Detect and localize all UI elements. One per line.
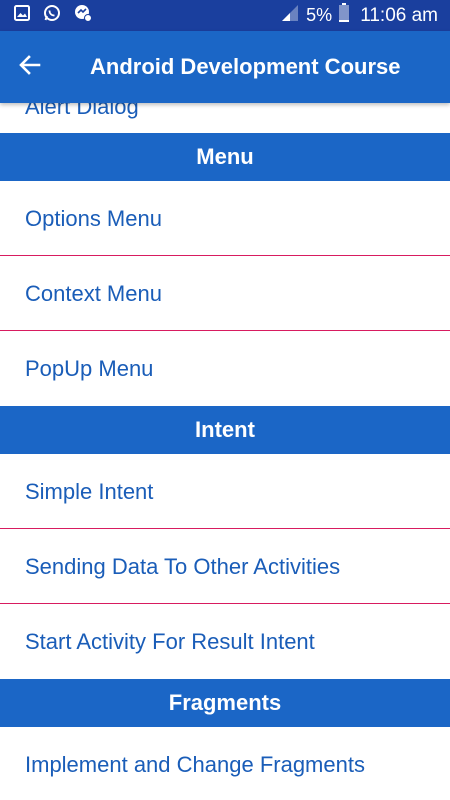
notification-icons — [14, 4, 92, 27]
system-icons: 5% 11:06 am — [280, 2, 438, 29]
list-item-sending-data[interactable]: Sending Data To Other Activities — [0, 529, 450, 604]
signal-icon — [280, 4, 300, 28]
arrow-back-icon — [19, 54, 41, 81]
battery-percent: 5% — [306, 5, 333, 25]
battery-icon — [338, 2, 350, 29]
list-item-options-menu[interactable]: Options Menu — [0, 181, 450, 256]
whatsapp-icon — [43, 4, 61, 27]
status-bar: 5% 11:06 am — [0, 0, 450, 31]
app-bar: Android Development Course — [0, 31, 450, 103]
list-item-implement-fragments[interactable]: Implement and Change Fragments — [0, 727, 450, 800]
list-item[interactable]: Alert Dialog — [0, 103, 450, 133]
list-item-simple-intent[interactable]: Simple Intent — [0, 454, 450, 529]
messenger-icon — [74, 4, 92, 27]
list-item-popup-menu[interactable]: PopUp Menu — [0, 331, 450, 406]
back-button[interactable] — [0, 31, 60, 103]
section-header-intent: Intent — [0, 406, 450, 454]
clock: 11:06 am — [360, 4, 438, 26]
list-item-start-activity-for-result[interactable]: Start Activity For Result Intent — [0, 604, 450, 679]
image-icon — [14, 5, 30, 26]
app-title: Android Development Course — [90, 54, 401, 79]
course-list[interactable]: Alert Dialog Menu Options Menu Context M… — [0, 103, 450, 800]
section-header-menu: Menu — [0, 133, 450, 181]
list-item-context-menu[interactable]: Context Menu — [0, 256, 450, 331]
section-header-fragments: Fragments — [0, 679, 450, 727]
